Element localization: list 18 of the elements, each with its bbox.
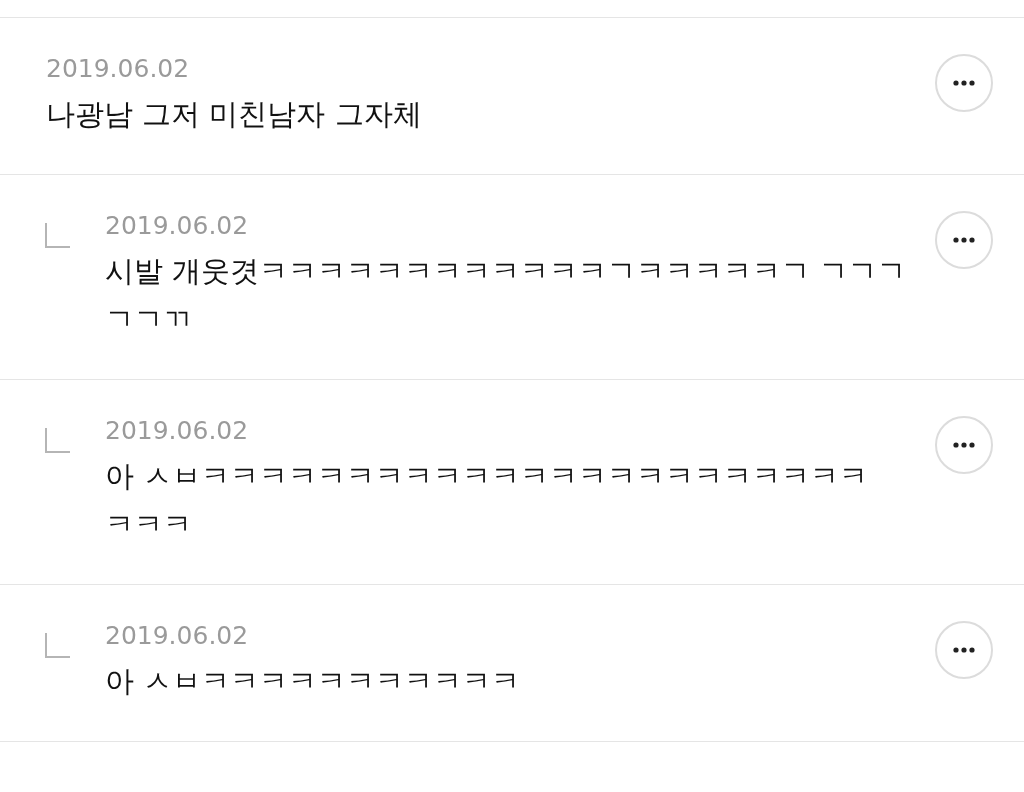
more-button[interactable] [935, 54, 993, 112]
comment-date: 2019.06.02 [105, 211, 249, 241]
ellipsis-icon [953, 80, 975, 86]
comment-text: 아 ㅅㅂㅋㅋㅋㅋㅋㅋㅋㅋㅋㅋㅋㅋㅋㅋㅋㅋㅋㅋㅋㅋㅋㅋㅋ [105, 458, 869, 495]
comment-date: 2019.06.02 [105, 416, 249, 446]
comment-text: 아 ㅅㅂㅋㅋㅋㅋㅋㅋㅋㅋㅋㅋㅋ [105, 663, 521, 700]
ellipsis-icon [953, 647, 975, 653]
comment-date: 2019.06.02 [105, 621, 249, 651]
ellipsis-icon [953, 237, 975, 243]
more-button[interactable] [935, 211, 993, 269]
ellipsis-icon [953, 442, 975, 448]
comment-date: 2019.06.02 [46, 54, 190, 84]
comment-text: ㅋㅋㅋ [105, 506, 192, 543]
more-button[interactable] [935, 621, 993, 679]
comment-text: 나광남 그저 미친남자 그자체 [46, 96, 422, 133]
comment-text: ㄱㄱㄲ [105, 301, 192, 338]
more-button[interactable] [935, 416, 993, 474]
comment-text: 시발 개웃겻ㅋㅋㅋㅋㅋㅋㅋㅋㅋㅋㅋㅋㄱㅋㅋㅋㅋㅋㄱ ㄱㄱㄱ [105, 253, 907, 290]
